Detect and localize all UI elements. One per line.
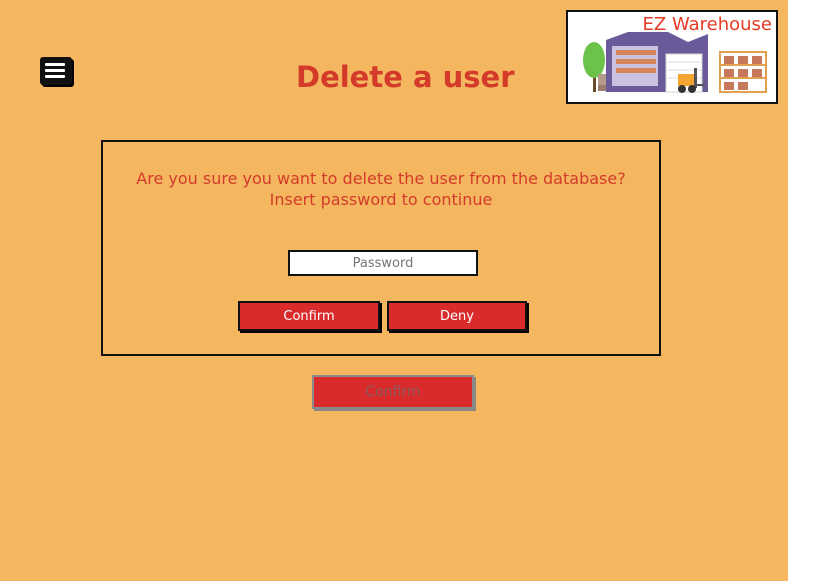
main-confirm-button[interactable]: Confirm <box>312 375 474 409</box>
warehouse-illustration-icon <box>583 32 767 93</box>
password-input[interactable] <box>288 250 478 276</box>
dialog-deny-button[interactable]: Deny <box>387 301 527 331</box>
password-instruction: Insert password to continue <box>269 190 493 209</box>
delete-user-dialog: Are you sure you want to delete the user… <box>101 140 661 356</box>
confirm-question: Are you sure you want to delete the user… <box>136 169 626 188</box>
page-title: Delete a user <box>296 60 515 94</box>
dialog-message: Are you sure you want to delete the user… <box>103 168 659 210</box>
dialog-confirm-button[interactable]: Confirm <box>238 301 380 331</box>
hamburger-menu-icon[interactable] <box>40 57 72 85</box>
app-canvas: Delete a user EZ Warehouse Are you sure … <box>0 0 788 581</box>
ez-warehouse-logo: EZ Warehouse <box>566 10 778 104</box>
